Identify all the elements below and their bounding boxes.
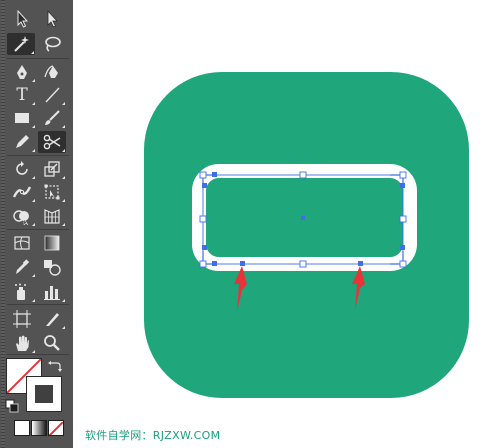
width-icon [12,186,32,198]
stroke-color-square [35,385,53,403]
lasso-icon [45,36,61,52]
scissors-icon [43,134,61,150]
arrow-icon [17,10,29,28]
brush-icon [45,110,60,125]
lasso-tool[interactable] [38,33,66,55]
tool-separator [7,354,69,355]
curvature-pen-icon [44,65,58,78]
scissors-tool[interactable] [38,131,66,153]
direct-selection-tool[interactable] [38,8,66,30]
mesh-tool[interactable] [8,232,36,254]
pencil-icon [16,135,29,148]
artwork [144,72,469,398]
column-graph-icon [44,286,60,300]
line-segment-tool[interactable] [38,84,66,106]
scale-icon [44,161,60,177]
pencil-tool[interactable] [8,131,36,153]
paintbrush-tool[interactable] [38,107,66,129]
default-fill-stroke-icon[interactable] [5,398,19,417]
selection-tool[interactable] [8,8,36,30]
symbol-sprayer-icon [15,283,26,300]
white-arrow-icon [47,10,58,28]
rotate-tool[interactable] [8,158,36,180]
none-slash-icon [49,421,63,435]
scale-tool[interactable] [38,158,66,180]
shape-builder-tool[interactable] [8,205,36,227]
zoom-icon [44,335,60,351]
shape-builder-icon [13,210,29,225]
slice-tool[interactable] [38,308,66,330]
type-tool[interactable]: T [8,84,36,106]
line-icon [45,87,60,103]
center-point [301,216,305,220]
tool-separator [7,229,69,230]
rectangle-tool[interactable] [8,107,36,129]
none-mode-button[interactable] [48,420,64,436]
hand-icon [16,335,29,351]
zoom-tool[interactable] [38,332,66,354]
tool-separator [7,155,69,156]
width-tool[interactable] [8,181,36,203]
gradient-tool[interactable] [38,232,66,254]
gradient-icon [44,235,60,251]
perspective-grid-tool[interactable] [38,205,66,227]
free-transform-icon [44,184,60,200]
magic-wand-tool[interactable] [7,33,35,55]
rotate-icon [16,161,28,175]
type-icon: T [16,85,28,105]
column-graph-tool[interactable] [38,281,66,303]
watermark-caption: 软件自学网：RJZXW.COM [85,429,221,442]
eyedropper-icon [16,259,30,274]
swap-fill-stroke-icon[interactable] [48,358,62,377]
curvature-tool[interactable] [38,61,66,83]
pen-icon [17,65,27,79]
symbol-sprayer-tool[interactable] [8,281,36,303]
blend-tool[interactable] [38,256,66,278]
artboard-canvas[interactable] [73,0,494,448]
eyedropper-tool[interactable] [8,256,36,278]
blend-icon [44,260,61,276]
tool-separator [7,304,69,305]
mesh-icon [14,236,30,250]
free-transform-tool[interactable] [38,181,66,203]
tools-panel: T [0,0,73,448]
pen-tool[interactable] [8,61,36,83]
perspective-grid-icon [44,209,60,224]
rectangle-icon [15,113,29,123]
artboard-tool[interactable] [8,308,36,330]
artboard-icon [13,310,31,328]
stroke-swatch[interactable] [26,376,62,412]
hand-tool[interactable] [8,332,36,354]
gradient-mode-button[interactable] [31,420,47,436]
slice-icon [46,313,59,326]
panel-grip[interactable] [1,0,5,448]
tool-separator [7,58,69,59]
color-mode-button[interactable] [14,420,30,436]
magic-wand-icon [14,36,29,52]
